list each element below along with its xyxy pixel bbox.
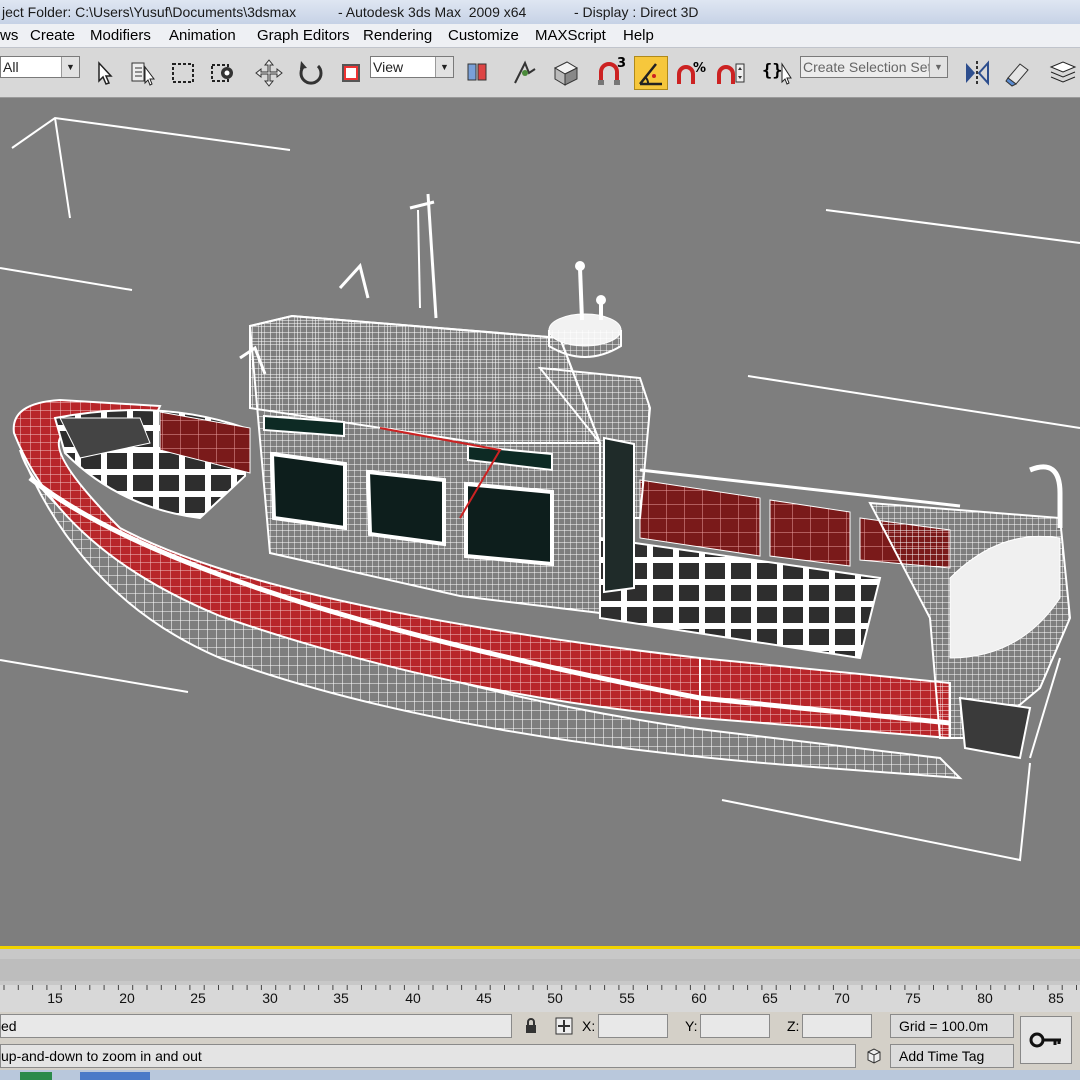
scale-icon[interactable] (334, 56, 368, 90)
time-tag-icon[interactable] (862, 1044, 886, 1068)
window-crossing-icon[interactable] (206, 56, 240, 90)
move-icon[interactable] (252, 56, 286, 90)
main-toolbar: All ▼ View ▼ 3 % {} Create Selection Set… (0, 48, 1080, 98)
z-coordinate-field[interactable] (802, 1014, 872, 1038)
tick-label: 80 (977, 990, 993, 1006)
add-time-tag-label: Add Time Tag (899, 1048, 985, 1064)
named-selection-placeholder: Create Selection Set (803, 59, 932, 75)
taskbar-strip (0, 1070, 1080, 1080)
keyboard-shortcut-icon[interactable] (548, 56, 582, 90)
title-app-name: - Autodesk 3ds Max 2009 x64 (338, 4, 527, 20)
select-object-icon[interactable] (88, 56, 122, 90)
prompt-text: up-and-down to zoom in and out (1, 1048, 202, 1064)
reference-coordinate-dropdown[interactable]: View ▼ (370, 56, 454, 78)
chevron-down-icon: ▼ (61, 57, 79, 77)
rotate-icon[interactable] (294, 56, 328, 90)
time-slider[interactable] (0, 959, 1080, 981)
tick-label: 65 (762, 990, 778, 1006)
tick-label: 60 (691, 990, 707, 1006)
edit-named-selection-icon[interactable]: {} (760, 56, 794, 90)
selection-filter-value: All (3, 59, 19, 75)
perspective-viewport[interactable] (0, 98, 1080, 948)
tick-label: 35 (333, 990, 349, 1006)
y-label: Y: (685, 1018, 698, 1034)
tick-label: 20 (119, 990, 135, 1006)
title-project-folder: ject Folder: C:\Users\Yusuf\Documents\3d… (2, 4, 297, 20)
tick-label: 55 (619, 990, 635, 1006)
select-by-name-icon[interactable] (126, 56, 160, 90)
selection-status-text: ed (1, 1018, 17, 1034)
snap-mode-label: 3 (616, 56, 626, 71)
select-manipulate-icon[interactable] (508, 56, 542, 90)
taskbar-app-button[interactable] (80, 1072, 150, 1080)
named-selection-dropdown[interactable]: Create Selection Set ▼ (800, 56, 948, 78)
taskbar-app-button[interactable] (20, 1072, 52, 1080)
tick-label: 50 (547, 990, 563, 1006)
y-coordinate-field[interactable] (700, 1014, 770, 1038)
grid-size-display: Grid = 100.0m (890, 1014, 1014, 1038)
tick-label: 15 (47, 990, 63, 1006)
prompt-line: up-and-down to zoom in and out (0, 1044, 856, 1068)
chevron-down-icon: ▼ (435, 57, 453, 77)
pivot-icon[interactable] (460, 56, 494, 90)
selection-filter-dropdown[interactable]: All ▼ (0, 56, 80, 78)
mirror-icon[interactable] (960, 56, 994, 90)
menu-maxscript[interactable]: MAXScript (535, 24, 606, 48)
lock-icon[interactable] (520, 1014, 542, 1038)
z-label: Z: (787, 1018, 800, 1034)
reference-coordinate-value: View (373, 59, 404, 75)
menu-graph-editors[interactable]: Graph Editors (257, 24, 350, 48)
spinner-snap-icon[interactable] (714, 56, 748, 90)
menu-help[interactable]: Help (623, 24, 654, 48)
chevron-down-icon: ▼ (929, 57, 947, 77)
x-label: X: (582, 1018, 596, 1034)
x-coordinate-field[interactable] (598, 1014, 668, 1038)
rectangular-selection-icon[interactable] (166, 56, 200, 90)
tick-label: 85 (1048, 990, 1064, 1006)
set-key-button[interactable] (1020, 1016, 1072, 1064)
svg-text:%: % (693, 61, 706, 76)
menu-animation[interactable]: Animation (169, 24, 236, 48)
menu-views[interactable]: ws (0, 24, 18, 48)
menu-rendering[interactable]: Rendering (363, 24, 432, 48)
layer-manager-icon[interactable] (1046, 56, 1080, 90)
tick-label: 40 (405, 990, 421, 1006)
tick-label: 45 (476, 990, 492, 1006)
boat-wireframe-model (0, 116, 1080, 862)
title-bar: ject Folder: C:\Users\Yusuf\Documents\3d… (0, 0, 1080, 24)
tick-label: 75 (905, 990, 921, 1006)
absolute-mode-icon[interactable] (552, 1014, 576, 1038)
menu-modifiers[interactable]: Modifiers (90, 24, 151, 48)
align-icon[interactable] (1000, 56, 1034, 90)
tick-label: 25 (190, 990, 206, 1006)
menu-create[interactable]: Create (30, 24, 75, 48)
snaps-3d-icon[interactable]: 3 (594, 56, 628, 90)
menu-bar: ws Create Modifiers Animation Graph Edit… (0, 24, 1080, 48)
svg-text:{}: {} (762, 61, 782, 81)
key-icon (1029, 1032, 1061, 1048)
grid-size-text: Grid = 100.0m (899, 1018, 989, 1034)
percent-snap-icon[interactable]: % (674, 56, 708, 90)
time-track-bar[interactable]: 15 20 25 30 35 40 45 50 55 60 65 70 75 8… (0, 948, 1080, 1013)
add-time-tag-button[interactable]: Add Time Tag (890, 1044, 1014, 1068)
menu-customize[interactable]: Customize (448, 24, 519, 48)
angle-snap-icon[interactable] (634, 56, 668, 90)
selection-status-field: ed (0, 1014, 512, 1038)
tick-label: 70 (834, 990, 850, 1006)
tick-label: 30 (262, 990, 278, 1006)
title-display-driver: - Display : Direct 3D (574, 4, 699, 20)
